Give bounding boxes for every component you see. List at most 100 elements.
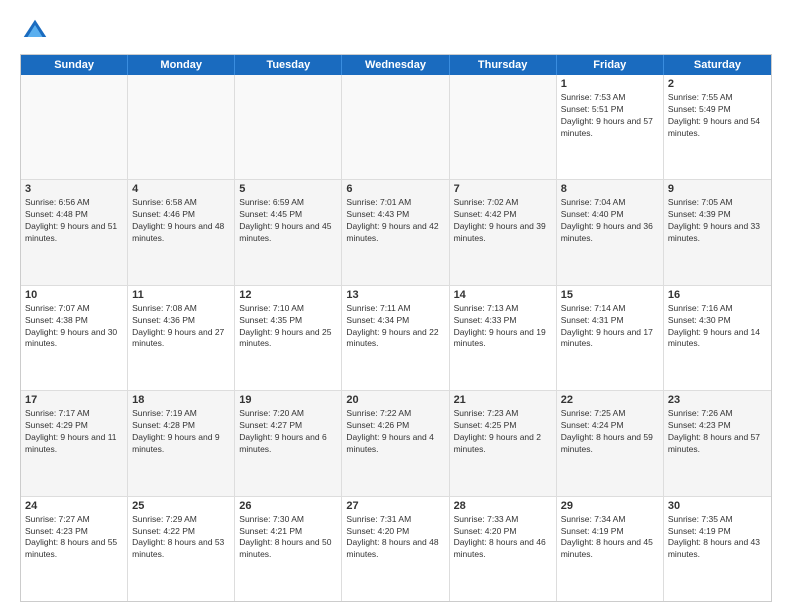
day-number: 18 [132, 394, 230, 406]
cal-cell-1-5: 8Sunrise: 7:04 AM Sunset: 4:40 PM Daylig… [557, 180, 664, 284]
cell-detail: Sunrise: 7:10 AM Sunset: 4:35 PM Dayligh… [239, 303, 337, 351]
cal-cell-1-2: 5 Sunrise: 6:59 AM Sunset: 4:45 PM Daylig… [235, 180, 342, 284]
day-number: 29 [561, 500, 659, 512]
day-number: 7 [454, 183, 552, 195]
cal-cell-4-5: 29 Sunrise: 7:34 AM Sunset: 4:19 PM Dayli… [557, 497, 664, 601]
cell-detail: Sunrise: 7:19 AM Sunset: 4:28 PM Dayligh… [132, 408, 230, 456]
cell-detail: Sunrise: 7:53 AM Sunset: 5:51 PM Dayligh… [561, 92, 659, 140]
cal-cell-4-6: 30Sunrise: 7:35 AM Sunset: 4:19 PM Dayli… [664, 497, 771, 601]
day-number: 23 [668, 394, 767, 406]
cell-detail: Sunrise: 7:33 AM Sunset: 4:20 PM Dayligh… [454, 514, 552, 562]
day-number: 4 [132, 183, 230, 195]
cal-cell-0-3 [342, 75, 449, 179]
cal-cell-2-2: 12 Sunrise: 7:10 AM Sunset: 4:35 PM Dayli… [235, 286, 342, 390]
day-number: 12 [239, 289, 337, 301]
calendar-row-0: 1 Sunrise: 7:53 AM Sunset: 5:51 PM Daylig… [21, 75, 771, 179]
header-day-thursday: Thursday [450, 55, 557, 75]
day-number: 30 [668, 500, 767, 512]
calendar-body: 1 Sunrise: 7:53 AM Sunset: 5:51 PM Daylig… [21, 75, 771, 601]
cal-cell-4-4: 28 Sunrise: 7:33 AM Sunset: 4:20 PM Dayli… [450, 497, 557, 601]
cell-detail: Sunrise: 6:59 AM Sunset: 4:45 PM Dayligh… [239, 197, 337, 245]
day-number: 21 [454, 394, 552, 406]
cell-detail: Sunrise: 7:08 AM Sunset: 4:36 PM Dayligh… [132, 303, 230, 351]
cal-cell-0-2 [235, 75, 342, 179]
cell-detail: Sunrise: 7:26 AM Sunset: 4:23 PM Dayligh… [668, 408, 767, 456]
cell-detail: Sunrise: 7:17 AM Sunset: 4:29 PM Dayligh… [25, 408, 123, 456]
header-day-wednesday: Wednesday [342, 55, 449, 75]
cal-cell-4-1: 25 Sunrise: 7:29 AM Sunset: 4:22 PM Dayli… [128, 497, 235, 601]
day-number: 10 [25, 289, 123, 301]
day-number: 27 [346, 500, 444, 512]
day-number: 16 [668, 289, 767, 301]
cal-cell-3-0: 17Sunrise: 7:17 AM Sunset: 4:29 PM Dayli… [21, 391, 128, 495]
day-number: 3 [25, 183, 123, 195]
cal-cell-2-1: 11Sunrise: 7:08 AM Sunset: 4:36 PM Dayli… [128, 286, 235, 390]
day-number: 19 [239, 394, 337, 406]
cal-cell-2-3: 13 Sunrise: 7:11 AM Sunset: 4:34 PM Dayli… [342, 286, 449, 390]
day-number: 15 [561, 289, 659, 301]
day-number: 28 [454, 500, 552, 512]
cell-detail: Sunrise: 7:01 AM Sunset: 4:43 PM Dayligh… [346, 197, 444, 245]
cal-cell-0-1 [128, 75, 235, 179]
logo [20, 16, 54, 46]
cal-cell-3-4: 21Sunrise: 7:23 AM Sunset: 4:25 PM Dayli… [450, 391, 557, 495]
day-number: 1 [561, 78, 659, 90]
day-number: 25 [132, 500, 230, 512]
header-day-tuesday: Tuesday [235, 55, 342, 75]
cal-cell-2-6: 16 Sunrise: 7:16 AM Sunset: 4:30 PM Dayli… [664, 286, 771, 390]
cal-cell-3-3: 20Sunrise: 7:22 AM Sunset: 4:26 PM Dayli… [342, 391, 449, 495]
cal-cell-0-5: 1 Sunrise: 7:53 AM Sunset: 5:51 PM Daylig… [557, 75, 664, 179]
cal-cell-1-1: 4 Sunrise: 6:58 AM Sunset: 4:46 PM Daylig… [128, 180, 235, 284]
cal-cell-0-6: 2Sunrise: 7:55 AM Sunset: 5:49 PM Daylig… [664, 75, 771, 179]
cell-detail: Sunrise: 7:13 AM Sunset: 4:33 PM Dayligh… [454, 303, 552, 351]
header-day-sunday: Sunday [21, 55, 128, 75]
day-number: 5 [239, 183, 337, 195]
cal-cell-0-0 [21, 75, 128, 179]
cell-detail: Sunrise: 7:31 AM Sunset: 4:20 PM Dayligh… [346, 514, 444, 562]
cell-detail: Sunrise: 6:56 AM Sunset: 4:48 PM Dayligh… [25, 197, 123, 245]
cal-cell-3-1: 18 Sunrise: 7:19 AM Sunset: 4:28 PM Dayli… [128, 391, 235, 495]
calendar-row-3: 17Sunrise: 7:17 AM Sunset: 4:29 PM Dayli… [21, 390, 771, 495]
header-day-monday: Monday [128, 55, 235, 75]
day-number: 9 [668, 183, 767, 195]
cal-cell-1-3: 6 Sunrise: 7:01 AM Sunset: 4:43 PM Daylig… [342, 180, 449, 284]
cal-cell-3-6: 23 Sunrise: 7:26 AM Sunset: 4:23 PM Dayli… [664, 391, 771, 495]
header-day-friday: Friday [557, 55, 664, 75]
calendar-row-2: 10 Sunrise: 7:07 AM Sunset: 4:38 PM Dayli… [21, 285, 771, 390]
cell-detail: Sunrise: 7:07 AM Sunset: 4:38 PM Dayligh… [25, 303, 123, 351]
cell-detail: Sunrise: 7:27 AM Sunset: 4:23 PM Dayligh… [25, 514, 123, 562]
cal-cell-3-2: 19Sunrise: 7:20 AM Sunset: 4:27 PM Dayli… [235, 391, 342, 495]
day-number: 26 [239, 500, 337, 512]
day-number: 14 [454, 289, 552, 301]
cell-detail: Sunrise: 7:25 AM Sunset: 4:24 PM Dayligh… [561, 408, 659, 456]
header-day-saturday: Saturday [664, 55, 771, 75]
cell-detail: Sunrise: 7:34 AM Sunset: 4:19 PM Dayligh… [561, 514, 659, 562]
cell-detail: Sunrise: 7:05 AM Sunset: 4:39 PM Dayligh… [668, 197, 767, 245]
cal-cell-1-0: 3 Sunrise: 6:56 AM Sunset: 4:48 PM Daylig… [21, 180, 128, 284]
day-number: 8 [561, 183, 659, 195]
cal-cell-1-6: 9 Sunrise: 7:05 AM Sunset: 4:39 PM Daylig… [664, 180, 771, 284]
cell-detail: Sunrise: 7:16 AM Sunset: 4:30 PM Dayligh… [668, 303, 767, 351]
cell-detail: Sunrise: 7:29 AM Sunset: 4:22 PM Dayligh… [132, 514, 230, 562]
cal-cell-3-5: 22 Sunrise: 7:25 AM Sunset: 4:24 PM Dayli… [557, 391, 664, 495]
cell-detail: Sunrise: 7:22 AM Sunset: 4:26 PM Dayligh… [346, 408, 444, 456]
cell-detail: Sunrise: 7:11 AM Sunset: 4:34 PM Dayligh… [346, 303, 444, 351]
cell-detail: Sunrise: 7:55 AM Sunset: 5:49 PM Dayligh… [668, 92, 767, 140]
page: SundayMondayTuesdayWednesdayThursdayFrid… [0, 0, 792, 612]
cal-cell-4-0: 24 Sunrise: 7:27 AM Sunset: 4:23 PM Dayli… [21, 497, 128, 601]
day-number: 22 [561, 394, 659, 406]
cell-detail: Sunrise: 7:30 AM Sunset: 4:21 PM Dayligh… [239, 514, 337, 562]
cell-detail: Sunrise: 6:58 AM Sunset: 4:46 PM Dayligh… [132, 197, 230, 245]
calendar-row-4: 24 Sunrise: 7:27 AM Sunset: 4:23 PM Dayli… [21, 496, 771, 601]
calendar-row-1: 3 Sunrise: 6:56 AM Sunset: 4:48 PM Daylig… [21, 179, 771, 284]
cal-cell-4-2: 26 Sunrise: 7:30 AM Sunset: 4:21 PM Dayli… [235, 497, 342, 601]
day-number: 24 [25, 500, 123, 512]
calendar: SundayMondayTuesdayWednesdayThursdayFrid… [20, 54, 772, 602]
calendar-header: SundayMondayTuesdayWednesdayThursdayFrid… [21, 55, 771, 75]
day-number: 13 [346, 289, 444, 301]
day-number: 6 [346, 183, 444, 195]
cal-cell-2-0: 10 Sunrise: 7:07 AM Sunset: 4:38 PM Dayli… [21, 286, 128, 390]
cal-cell-0-4 [450, 75, 557, 179]
logo-icon [20, 16, 50, 46]
cal-cell-4-3: 27 Sunrise: 7:31 AM Sunset: 4:20 PM Dayli… [342, 497, 449, 601]
